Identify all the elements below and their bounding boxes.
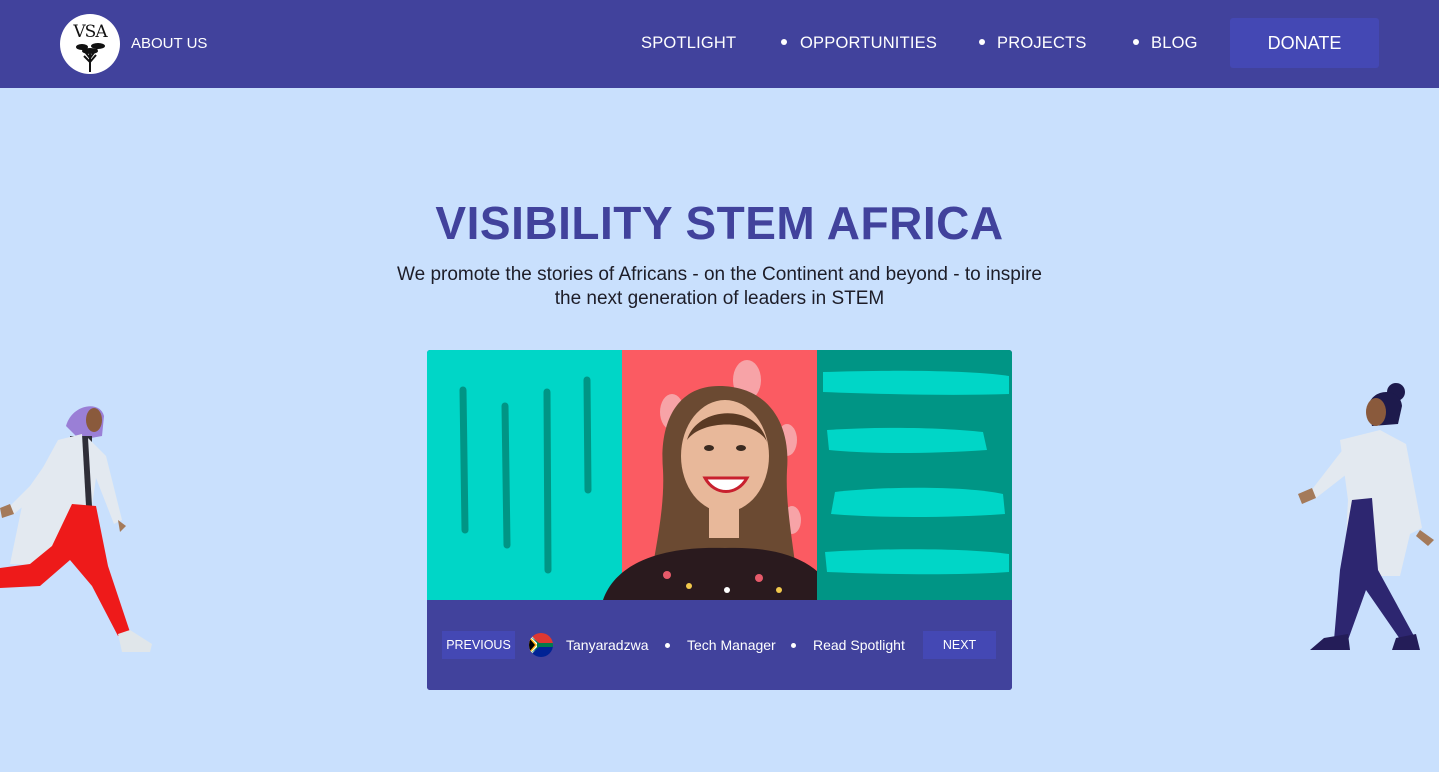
spotlight-carousel: PREVIOUS Tanyaradzwa Tech Manager Read S…: [427, 350, 1012, 690]
nav-blog[interactable]: BLOG: [1151, 34, 1198, 53]
nav-opportunities[interactable]: OPPORTUNITIES: [800, 34, 937, 53]
south-africa-flag-icon: [529, 633, 553, 657]
site-header: VSA ABOUT US SPOTLIGHT OPPORTUNITIES PRO…: [0, 0, 1439, 88]
scientist-illustration-right: [1298, 383, 1434, 650]
separator-dot: [665, 643, 670, 648]
previous-button[interactable]: PREVIOUS: [442, 631, 515, 659]
nav-separator-dot: [781, 39, 787, 45]
separator-dot: [791, 643, 796, 648]
next-button[interactable]: NEXT: [923, 631, 996, 659]
about-us-link[interactable]: ABOUT US: [131, 35, 207, 52]
hero-subtitle: We promote the stories of Africans - on …: [397, 264, 1042, 309]
spotlight-name: Tanyaradzwa: [566, 637, 649, 653]
vsa-logo[interactable]: VSA: [60, 14, 120, 74]
spotlight-controls: PREVIOUS Tanyaradzwa Tech Manager Read S…: [427, 600, 1012, 690]
donate-button[interactable]: DONATE: [1230, 18, 1379, 68]
tree-icon: [76, 43, 105, 72]
nav-separator-dot: [1133, 39, 1139, 45]
nav-separator-dot: [979, 39, 985, 45]
read-spotlight-link[interactable]: Read Spotlight: [813, 637, 905, 653]
spotlight-role: Tech Manager: [687, 637, 776, 653]
nav-spotlight[interactable]: SPOTLIGHT: [641, 34, 736, 53]
nav-projects[interactable]: PROJECTS: [997, 34, 1087, 53]
page-title: VISIBILITY STEM AFRICA: [435, 197, 1004, 249]
spotlight-image: [427, 350, 1012, 600]
scientist-illustration-left: [0, 406, 152, 652]
